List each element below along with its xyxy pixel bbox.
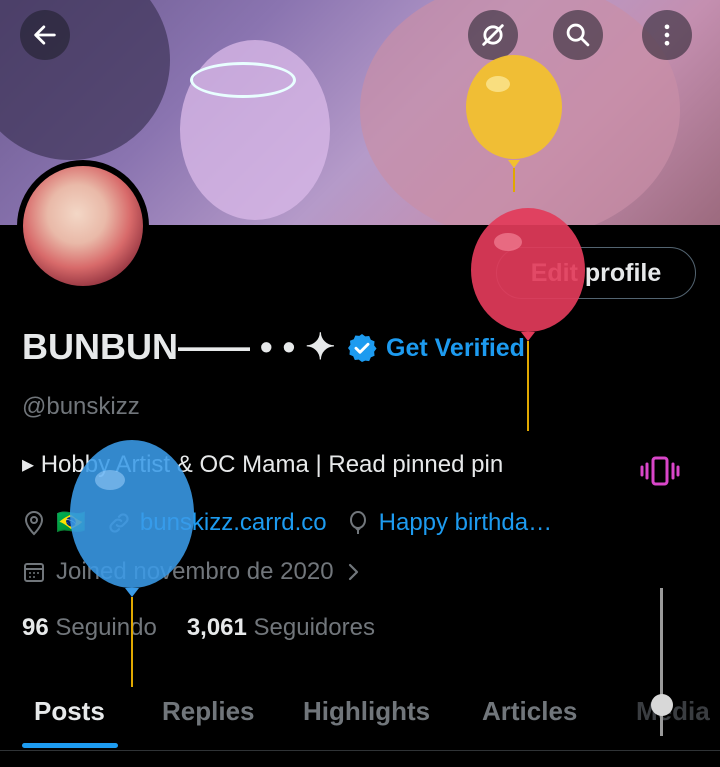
profile-name: BUNBUN—— • • ✦ xyxy=(22,326,336,367)
location-icon xyxy=(24,510,44,535)
tabs-divider xyxy=(0,750,720,751)
search-icon xyxy=(566,23,590,47)
followers-label: Seguidores xyxy=(253,614,375,641)
blue-balloon xyxy=(70,440,194,687)
balloon-birthday-icon xyxy=(349,510,366,534)
chevron-right-icon xyxy=(348,563,358,581)
active-tab-indicator xyxy=(22,743,118,748)
following-count: 96 xyxy=(22,614,49,641)
avatar[interactable] xyxy=(17,160,149,292)
more-vertical-icon xyxy=(664,24,670,46)
profile-handle: @bunskizz xyxy=(22,393,140,420)
tab-replies[interactable]: Replies xyxy=(162,696,255,727)
tab-articles[interactable]: Articles xyxy=(482,696,577,727)
red-balloon xyxy=(471,208,585,431)
arrow-left-icon xyxy=(34,25,56,45)
tab-media[interactable]: Media xyxy=(636,696,710,727)
scrollbar-handle[interactable] xyxy=(651,694,673,716)
followers-stat[interactable]: 3,061 Seguidores xyxy=(187,614,375,642)
profile-tabs: Posts Replies Highlights Articles Media xyxy=(0,690,720,750)
tab-posts[interactable]: Posts xyxy=(34,696,105,727)
calendar-icon xyxy=(24,563,44,582)
no-sync-icon xyxy=(482,24,504,46)
tab-highlights[interactable]: Highlights xyxy=(303,696,430,727)
vibrate-icon[interactable] xyxy=(640,455,680,492)
yellow-balloon xyxy=(466,55,562,192)
birthday-text: Happy birthda… xyxy=(378,508,553,536)
banner-halo xyxy=(190,62,296,98)
verified-badge-icon xyxy=(348,334,377,362)
more-button[interactable] xyxy=(642,10,692,60)
avatar-image xyxy=(23,166,143,286)
back-button[interactable] xyxy=(20,10,70,60)
